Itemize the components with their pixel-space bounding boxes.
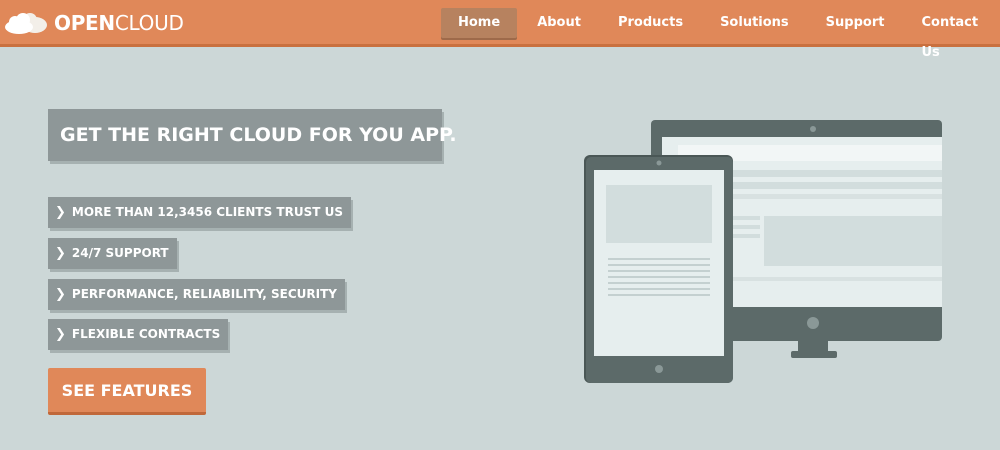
nav-solutions[interactable]: Solutions [703,8,806,38]
nav-contact-us[interactable]: Contact Us [904,8,997,60]
brand-name-bold: OPEN [54,11,115,35]
chevron-right-icon: ❯ [55,205,66,220]
logo[interactable]: OPENCLOUD [4,10,184,36]
nav-support[interactable]: Support [809,8,902,38]
site-header: OPENCLOUD Home About Products Solutions … [0,0,1000,60]
see-features-button[interactable]: SEE FEATURES [48,368,206,415]
hero-headline: GET THE RIGHT CLOUD FOR YOU APP. [48,109,457,161]
nav-products[interactable]: Products [601,8,700,38]
feature-tag: ❯ 24/7 SUPPORT [48,238,177,269]
feature-tag: ❯ MORE THAN 12,3456 CLIENTS TRUST US [48,197,351,228]
brand-name: OPENCLOUD [54,11,184,35]
feature-label: FLEXIBLE CONTRACTS [71,327,221,341]
nav-about[interactable]: About [520,8,598,38]
feature-label: 24/7 SUPPORT [71,246,169,260]
chevron-right-icon: ❯ [55,327,66,342]
nav-home[interactable]: Home [441,8,518,38]
tablet-illustration [584,155,733,383]
devices-illustration [584,120,942,383]
cloud-icon [5,13,47,34]
feature-tag: ❯ FLEXIBLE CONTRACTS [48,319,229,350]
chevron-right-icon: ❯ [55,246,66,261]
feature-label: PERFORMANCE, RELIABILITY, SECURITY [71,287,337,301]
brand-name-light: CLOUD [114,11,184,35]
main-nav: Home About Products Solutions Support Co… [441,8,1000,60]
feature-label: MORE THAN 12,3456 CLIENTS TRUST US [71,205,343,219]
feature-tag: ❯ PERFORMANCE, RELIABILITY, SECURITY [48,279,345,310]
chevron-right-icon: ❯ [55,287,66,302]
